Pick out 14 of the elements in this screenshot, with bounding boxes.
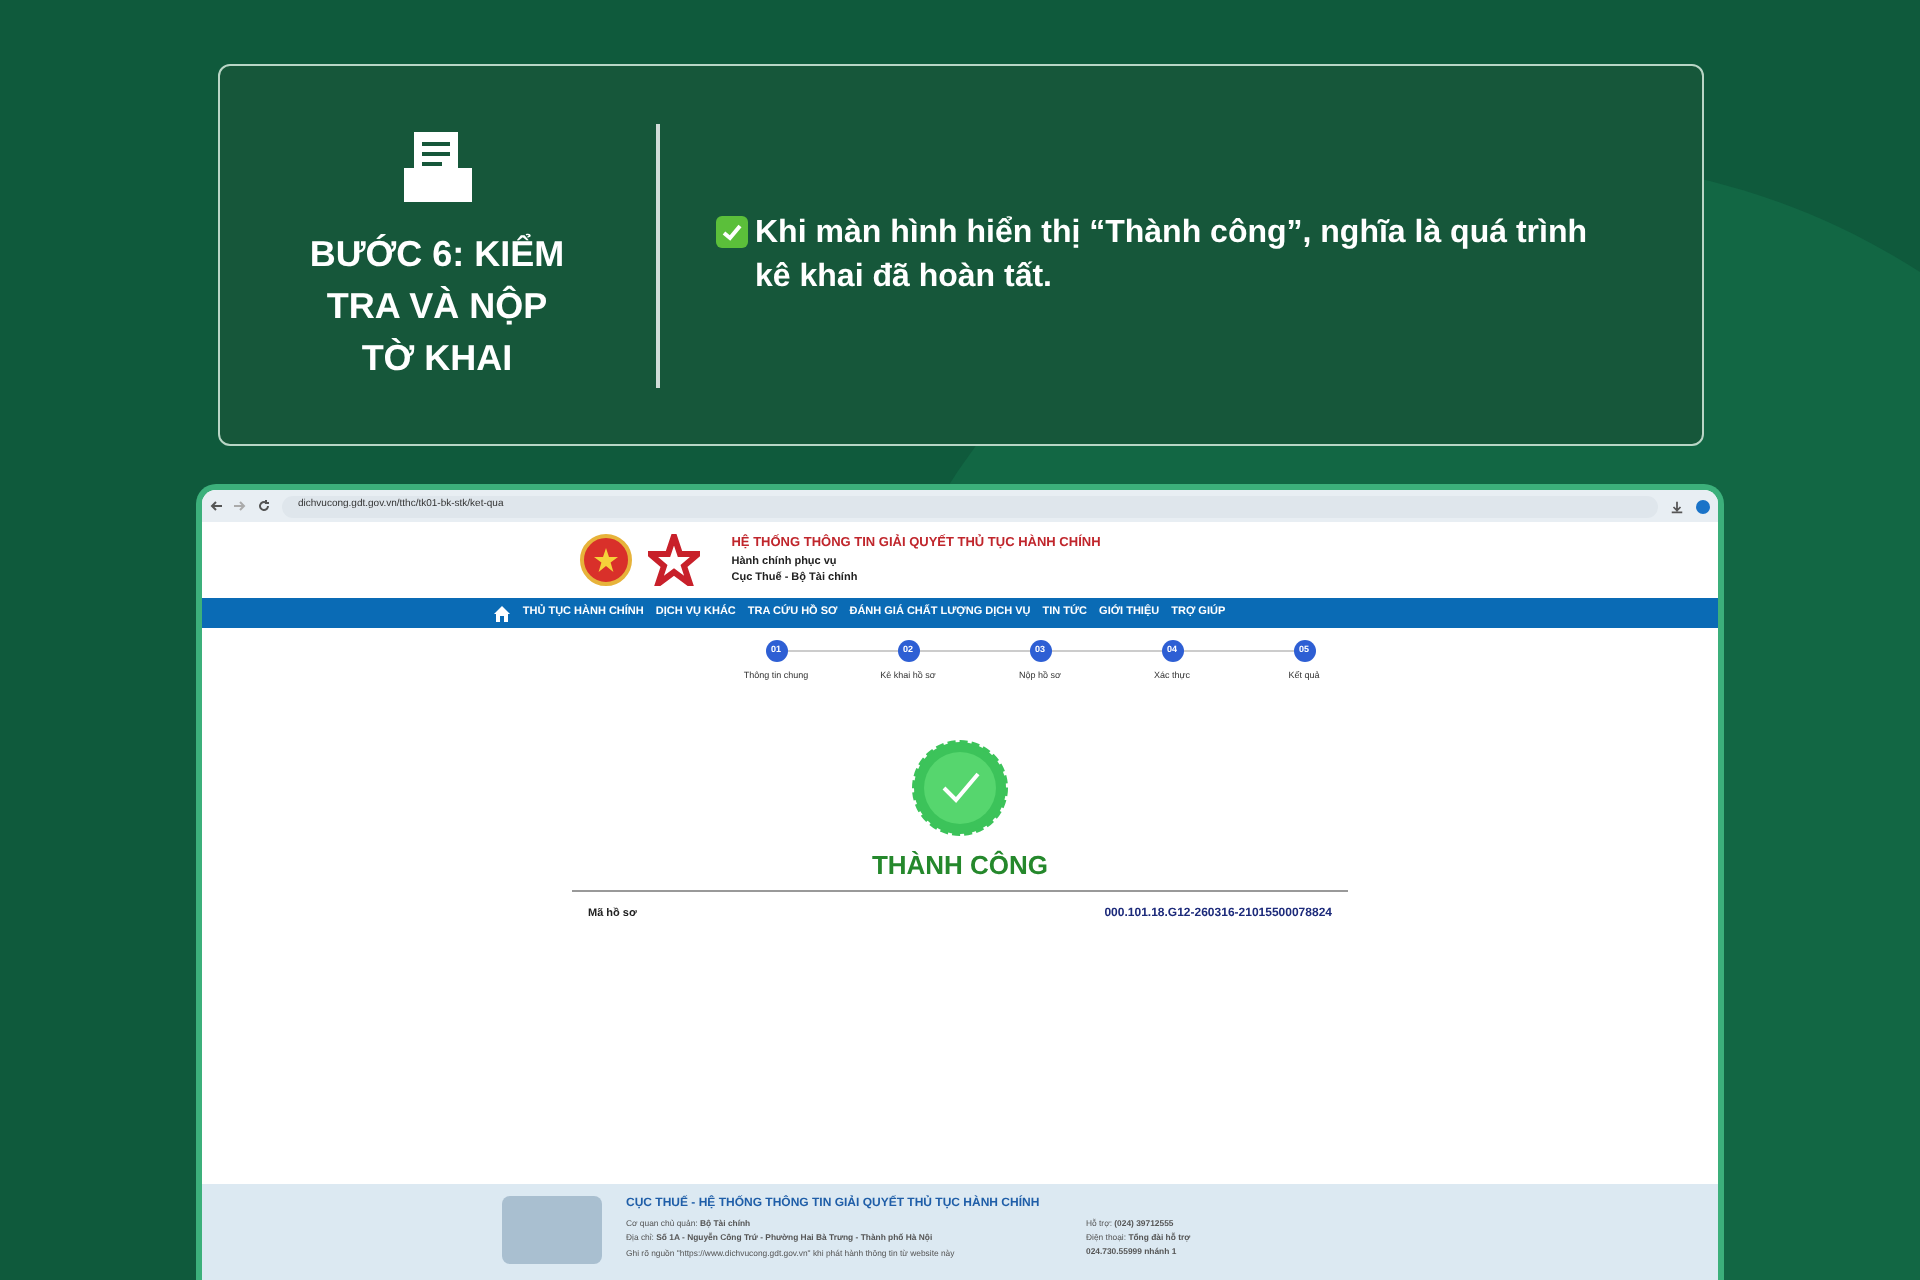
result-title: THÀNH CÔNG xyxy=(871,847,1049,884)
check-mark-icon xyxy=(715,215,747,247)
document-tray-icon xyxy=(401,127,473,203)
profile-avatar[interactable] xyxy=(1696,499,1710,513)
building-photo-placeholder xyxy=(502,1196,602,1264)
success-badge-icon xyxy=(912,739,1008,836)
download-icon[interactable] xyxy=(1670,499,1684,513)
reload-icon[interactable] xyxy=(258,500,270,512)
emblem-logo xyxy=(579,534,632,586)
star-logo xyxy=(647,534,700,586)
step-title: BƯỚC 6: KIỂM TRA VÀ NỘP TỜ KHAI xyxy=(307,231,567,381)
step-description: Khi màn hình hiển thị “Thành công”, nghĩa là quá trình kê khai đã hoàn tất. xyxy=(755,213,1589,297)
back-icon[interactable] xyxy=(210,500,222,512)
home-icon[interactable] xyxy=(494,605,511,621)
